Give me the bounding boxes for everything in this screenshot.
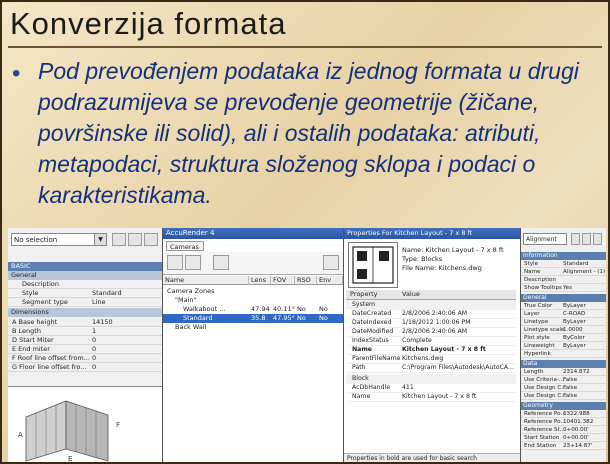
property-row[interactable]: Style Standard xyxy=(521,260,606,268)
dimensions-section[interactable]: Dimensions xyxy=(8,308,162,317)
block-thumbnail xyxy=(348,242,398,288)
info-name: Name: Kitchen Layout - 7 x 8 ft xyxy=(402,246,504,254)
properties-palette: No selection ▼ BASIC General Description… xyxy=(8,228,163,462)
property-row[interactable]: F Roof line offset from... 0 xyxy=(8,354,162,363)
general-section[interactable]: General xyxy=(8,271,162,280)
camera-toolbar xyxy=(163,252,343,275)
status-bar: Properties in bold are used for basic se… xyxy=(344,453,520,462)
table-row-selected[interactable]: Standard 35.8 47.95° No No xyxy=(163,314,343,323)
property-row[interactable]: Name Kitchen Layout - 7 x 8 ft xyxy=(346,392,516,402)
toggle-pickadd-icon[interactable] xyxy=(593,233,602,245)
property-row[interactable]: D Start Miter 0 xyxy=(8,336,162,345)
screenshot-collage: No selection ▼ BASIC General Description… xyxy=(8,228,606,462)
wall-preview-icon: F A E xyxy=(18,400,120,462)
property-row[interactable]: Use Criteria-... False xyxy=(521,376,606,384)
bullet-item: • Pod prevođenjem podataka iz jednog for… xyxy=(12,56,602,211)
kitchen-layout-icon xyxy=(352,246,394,284)
property-row[interactable]: G Floor line offset fro... 0 xyxy=(8,363,162,372)
property-row[interactable]: Segment type Line xyxy=(8,298,162,307)
camera-icon[interactable] xyxy=(167,255,183,270)
svg-text:E: E xyxy=(68,455,72,462)
chevron-down-icon[interactable]: ▼ xyxy=(94,234,106,245)
selection-dropdown[interactable]: Alignment xyxy=(523,233,567,245)
table-row[interactable]: Walkabout ... 47.94 40.11° No No xyxy=(163,305,343,314)
quick-select-icon[interactable] xyxy=(571,233,580,245)
window-title: AccuRender 4 xyxy=(163,228,343,239)
property-row[interactable]: Layer C-ROAD xyxy=(521,310,606,318)
property-row[interactable]: Reference Po... 6322.988 xyxy=(521,410,606,418)
block-properties-window: Properties For Kitchen Layout - 7 x 8 ft… xyxy=(344,228,521,462)
tab-cameras[interactable]: Cameras xyxy=(166,241,204,251)
tools-icon[interactable] xyxy=(323,255,339,270)
property-row[interactable]: End Station 23+14.87' xyxy=(521,442,606,450)
info-type: Type: Blocks xyxy=(402,255,443,263)
property-row[interactable]: True Color ByLayer xyxy=(521,302,606,310)
svg-text:A: A xyxy=(18,431,23,439)
column-header-rso[interactable]: RSO xyxy=(295,276,317,285)
accurender-window: AccuRender 4 Cameras Name Lens FOV RSO E… xyxy=(163,228,344,462)
property-row[interactable]: Description xyxy=(8,280,162,289)
bullet-dot-icon: • xyxy=(12,60,21,87)
table-row[interactable]: Camera Zones xyxy=(163,287,343,296)
bullet-text: Pod prevođenjem podataka iz jednog forma… xyxy=(38,58,579,208)
column-header-lens[interactable]: Lens xyxy=(249,276,271,285)
information-section[interactable]: Information xyxy=(521,252,606,260)
property-row[interactable]: Linetype scale 1.0000 xyxy=(521,326,606,334)
table-row[interactable]: Back Wall xyxy=(163,323,343,332)
property-row[interactable]: Use Design C... False xyxy=(521,384,606,392)
basic-header: BASIC xyxy=(8,262,162,271)
table-row[interactable]: "Main" xyxy=(163,296,343,305)
property-row[interactable]: Style Standard xyxy=(8,289,162,298)
property-row[interactable]: B Length 1 xyxy=(8,327,162,336)
property-grid-header: Property Value xyxy=(346,290,516,300)
wall-preview-diagram: F A E xyxy=(8,386,162,462)
selection-dropdown[interactable]: No selection xyxy=(11,233,107,246)
camera-add-icon[interactable] xyxy=(185,255,201,270)
property-row[interactable]: Lineweight ByLayer xyxy=(521,342,606,350)
column-header-name[interactable]: Name xyxy=(163,276,249,285)
title-divider xyxy=(8,46,602,48)
svg-text:F: F xyxy=(116,421,120,429)
property-row[interactable]: Linetype ByLayer xyxy=(521,318,606,326)
property-row[interactable]: Hyperlink xyxy=(521,350,606,358)
window-title: Properties For Kitchen Layout - 7 x 8 ft xyxy=(344,228,520,239)
select-objects-icon[interactable] xyxy=(582,233,591,245)
general-section[interactable]: General xyxy=(521,294,606,302)
slide-title: Konverzija formata xyxy=(10,6,287,41)
property-row[interactable]: A Base height 14150 xyxy=(8,318,162,327)
property-row[interactable]: Reference Po... 10401.382 xyxy=(521,418,606,426)
property-row[interactable]: Start Station 0+00.00' xyxy=(521,434,606,442)
toggle-pickadd-icon[interactable] xyxy=(144,233,158,246)
property-row[interactable]: E End miter 0 xyxy=(8,345,162,354)
data-section[interactable]: Data xyxy=(521,360,606,368)
alignment-palette: Alignment Information Style Standard Name… xyxy=(521,228,606,462)
property-row[interactable]: Show Tooltips Yes xyxy=(521,284,606,292)
property-row[interactable]: Name Alignment - (1) xyxy=(521,268,606,276)
view-icon[interactable] xyxy=(213,255,229,270)
property-row[interactable]: Path C:\Program Files\Autodesk\AutoCA... xyxy=(346,363,516,373)
property-row[interactable]: Description xyxy=(521,276,606,284)
slide: Konverzija formata • Pod prevođenjem pod… xyxy=(0,0,610,464)
quick-select-icon[interactable] xyxy=(112,233,126,246)
property-row[interactable]: Plot style ByColor xyxy=(521,334,606,342)
column-header-fov[interactable]: FOV xyxy=(271,276,295,285)
property-row[interactable]: Use Design C... False xyxy=(521,392,606,400)
geometry-section[interactable]: Geometry xyxy=(521,402,606,410)
property-row[interactable]: Reference St... 0+00.00' xyxy=(521,426,606,434)
column-header-env[interactable]: Env xyxy=(317,276,343,285)
select-objects-icon[interactable] xyxy=(128,233,142,246)
property-row[interactable]: Length 2314.872 xyxy=(521,368,606,376)
info-file: File Name: Kitchens.dwg xyxy=(402,264,482,272)
